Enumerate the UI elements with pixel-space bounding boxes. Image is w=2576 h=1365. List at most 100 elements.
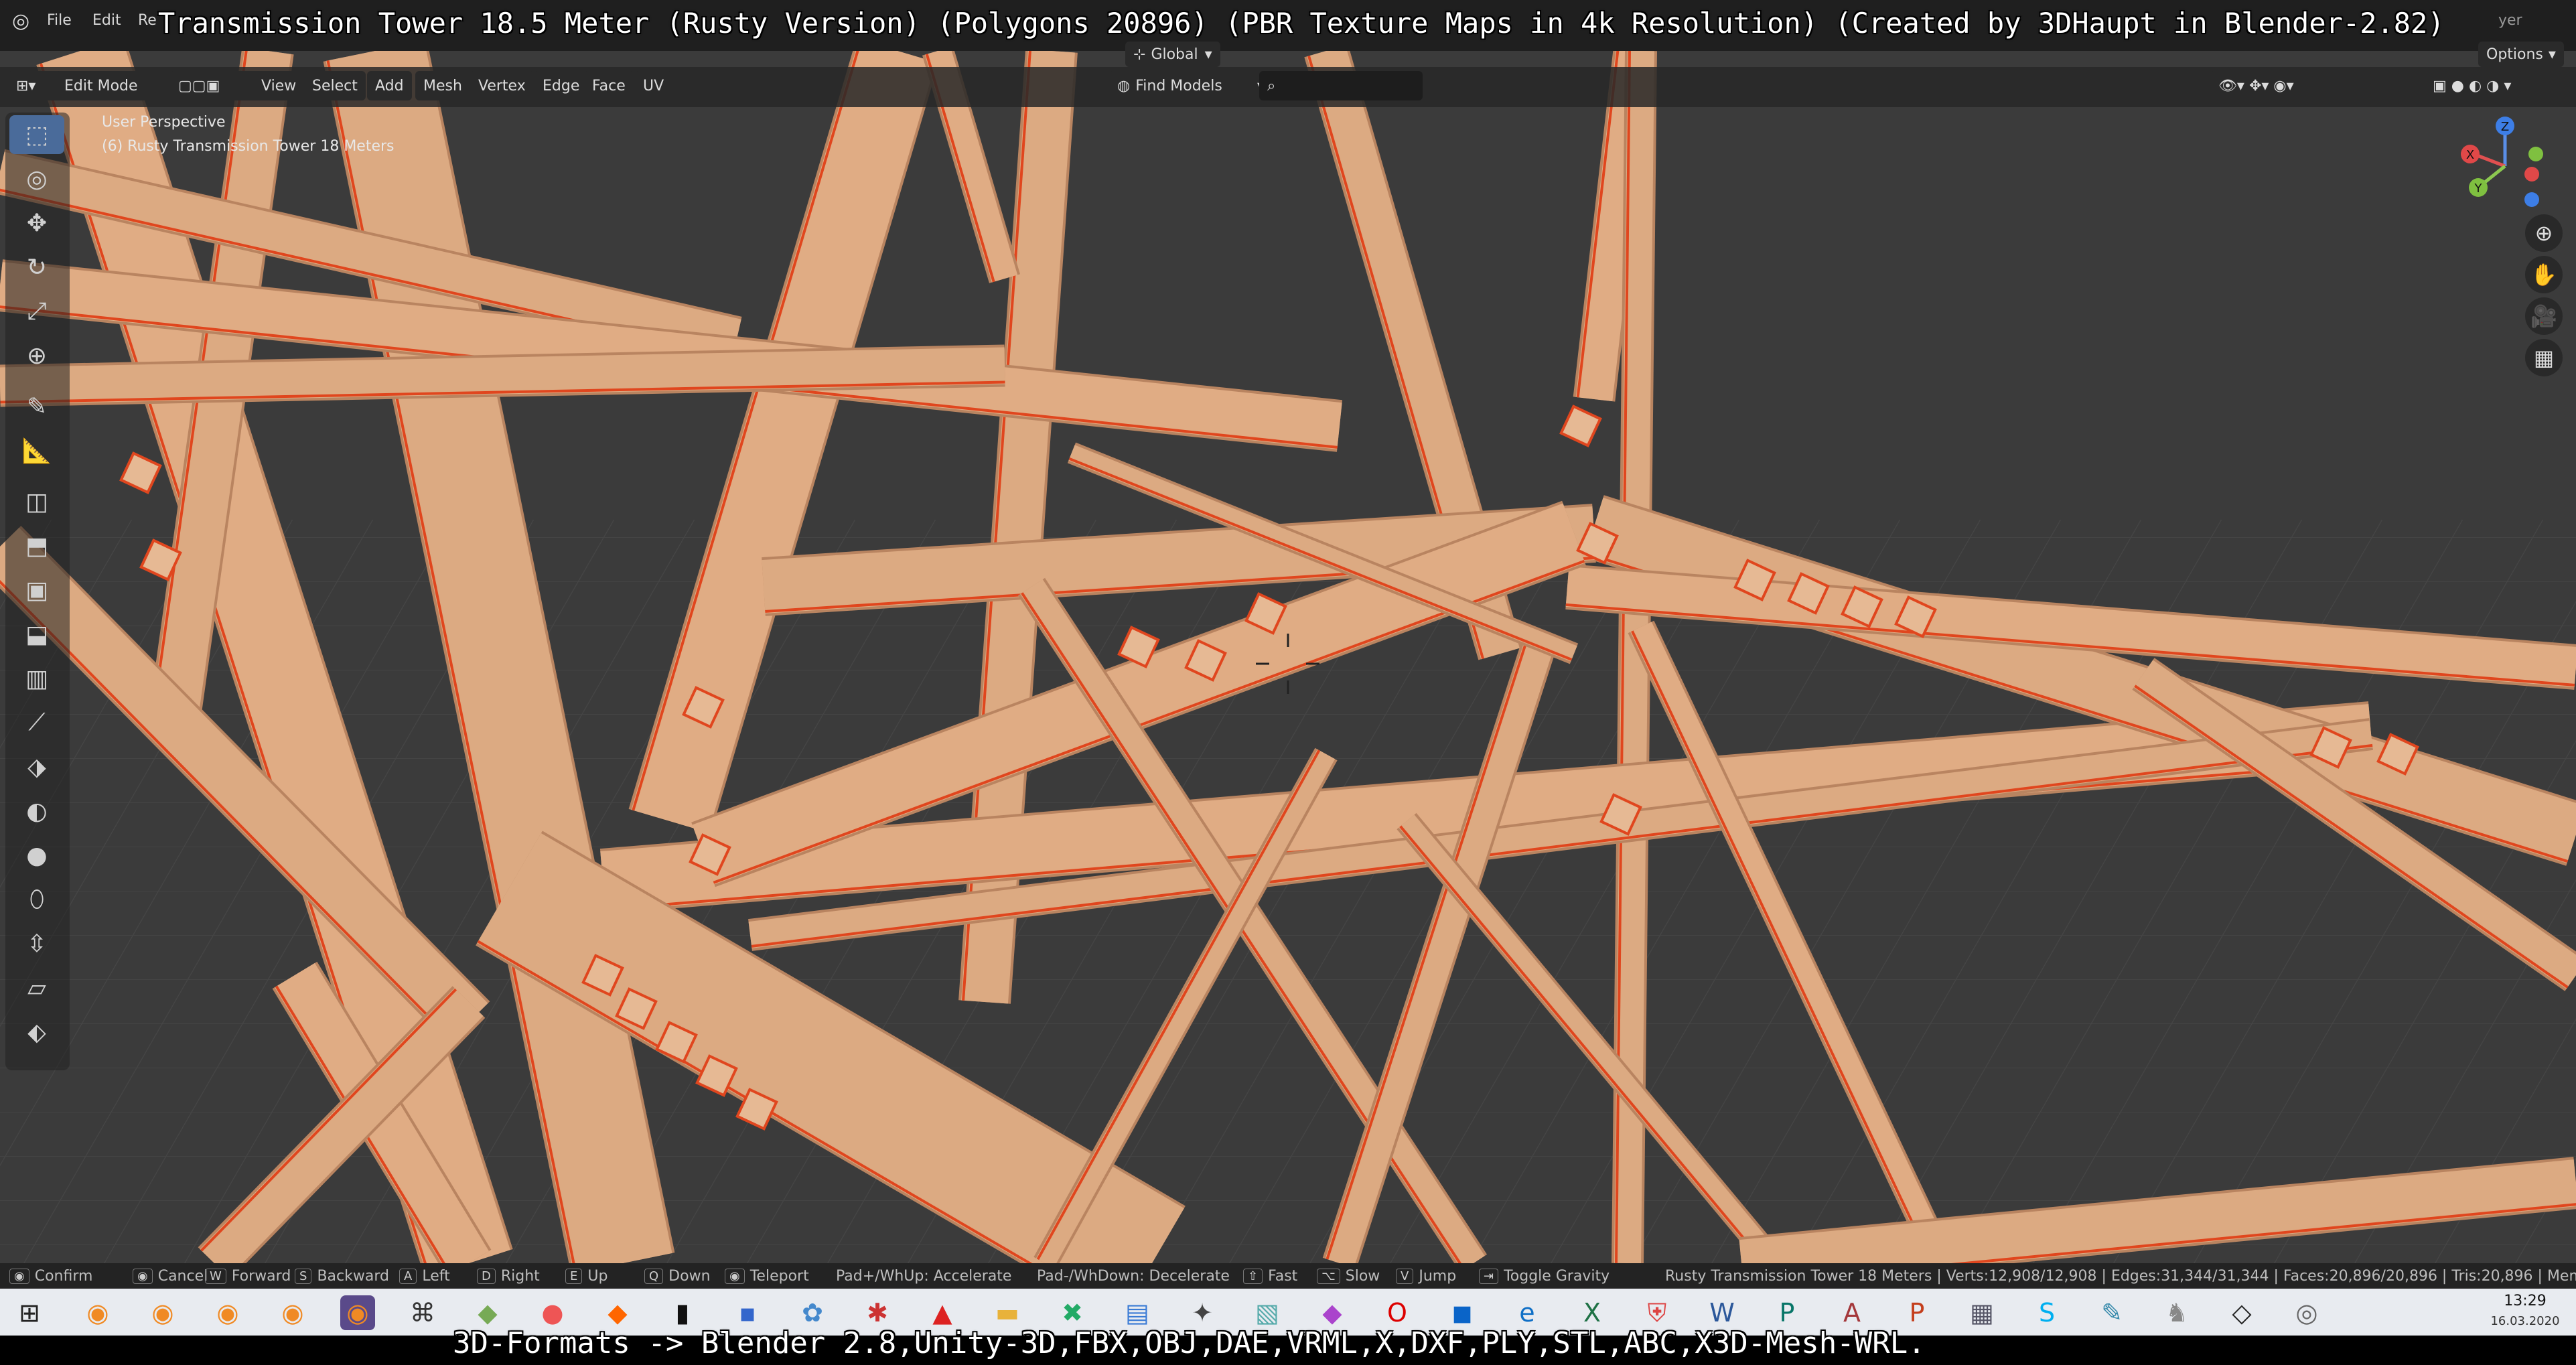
blender-icon[interactable]: ◉ [210, 1295, 245, 1330]
navigation-gizmo[interactable]: Z X Y [2451, 113, 2559, 220]
cube-icon[interactable]: ▧ [1250, 1295, 1285, 1330]
scale-icon[interactable]: ⤢ [9, 292, 64, 331]
blender-icon[interactable]: ◉ [275, 1295, 310, 1330]
menu-face[interactable]: Face [584, 71, 634, 100]
menu-edit[interactable]: Edit [92, 5, 121, 35]
knife-icon[interactable]: ⟋ [9, 703, 64, 742]
shear-icon[interactable]: ▱ [9, 968, 64, 1007]
excel-icon[interactable]: X [1575, 1295, 1609, 1330]
cmd-icon[interactable]: ▮ [665, 1295, 700, 1330]
calc-icon[interactable]: ▦ [1964, 1295, 1999, 1330]
rotate-icon[interactable]: ↻ [9, 248, 64, 287]
select-mode-buttons[interactable]: ▢▢▣ [170, 71, 260, 100]
gizmo-z-label: Z [2501, 120, 2509, 134]
find-models-select[interactable]: ◍ Find Models▾ [1109, 71, 1273, 100]
pdf-icon[interactable]: ▲ [925, 1295, 960, 1330]
transform-icon[interactable]: ⊕ [9, 336, 64, 375]
firefox-icon[interactable]: ● [535, 1295, 570, 1330]
loop-cut-icon[interactable]: ▥ [9, 659, 64, 698]
shrink-fatten-icon[interactable]: ⇳ [9, 924, 64, 963]
shading-mode-buttons[interactable]: ▣ ● ◐ ◑ ▾ [2425, 71, 2575, 100]
poly-build-icon[interactable]: ⬗ [9, 747, 64, 786]
fire-icon[interactable]: ◆ [600, 1295, 635, 1330]
camera-icon[interactable]: 🎥 [2525, 297, 2563, 335]
edge-slide-icon[interactable]: ⬯ [9, 880, 64, 919]
word-icon[interactable]: W [1705, 1295, 1739, 1330]
globe-icon[interactable]: ◎ [2289, 1295, 2324, 1330]
cursor-icon[interactable]: ◎ [9, 159, 64, 198]
chart-icon[interactable]: ▤ [1120, 1295, 1155, 1330]
status-hint-forward: W Forward [205, 1263, 291, 1289]
annotate-icon[interactable]: ✎ [9, 387, 64, 426]
extrude-icon[interactable]: ⬒ [9, 526, 64, 565]
folder-icon[interactable]: ▬ [990, 1295, 1025, 1330]
status-hint-label: Confirm [34, 1267, 93, 1285]
gizmo-y-label: Y [2474, 182, 2483, 196]
publisher-icon[interactable]: P [1770, 1295, 1804, 1330]
mouse-icon: ◉ [133, 1268, 153, 1284]
blender-icon[interactable]: ◉ [80, 1295, 115, 1330]
status-hint-label: Teleport [749, 1267, 809, 1285]
add-cube-icon[interactable]: ◫ [9, 482, 64, 521]
options-button[interactable]: Options ▾ [2478, 42, 2564, 67]
xsi-icon[interactable]: ✖ [1055, 1295, 1090, 1330]
zoom-icon[interactable]: ⊕ [2525, 214, 2563, 252]
network-icon[interactable]: ✿ [795, 1295, 830, 1330]
menu-uv[interactable]: UV [635, 71, 672, 100]
pen-icon[interactable]: ✎ [2094, 1295, 2129, 1330]
status-hint-down: Q Down [644, 1263, 711, 1289]
cat-icon[interactable]: ♞ [2159, 1295, 2194, 1330]
transform-orientation-select[interactable]: ⊹ Global ▾ [1125, 42, 1220, 67]
gem-icon[interactable]: ◆ [1315, 1295, 1350, 1330]
move-icon[interactable]: ✥ [9, 204, 64, 242]
inset-icon[interactable]: ▣ [9, 571, 64, 609]
menu-render[interactable]: Re [138, 5, 157, 35]
tab-key-icon: ⇥ [1479, 1268, 1499, 1284]
bug-icon[interactable]: ✱ [860, 1295, 895, 1330]
3d-viewport[interactable] [0, 51, 2576, 1263]
opera-icon[interactable]: O [1380, 1295, 1415, 1330]
powerpoint-icon[interactable]: P [1900, 1295, 1934, 1330]
bevel-icon[interactable]: ⬓ [9, 615, 64, 654]
pan-hand-icon[interactable]: ✋ [2525, 256, 2563, 293]
viewport-overlay-buttons[interactable]: 👁▾ ✥▾ ◉▾ [2210, 71, 2427, 100]
windows-start-icon[interactable]: ⊞ [12, 1295, 47, 1330]
select-box-icon[interactable]: ⬚ [9, 115, 64, 154]
blender-active-icon[interactable]: ◉ [340, 1295, 375, 1330]
status-hint-label: Forward [231, 1267, 291, 1285]
terminal-icon[interactable]: ⌘ [405, 1295, 440, 1330]
edge-icon[interactable]: e [1510, 1295, 1545, 1330]
skype-icon[interactable]: S [2029, 1295, 2064, 1330]
menu-file[interactable]: File [47, 5, 72, 35]
search-input[interactable]: ⌕ [1259, 71, 1423, 100]
menu-add[interactable]: Add [367, 71, 412, 100]
shield-icon[interactable]: ⛨ [1640, 1295, 1674, 1330]
taskbar-clock-time[interactable]: 13:29 [2492, 1293, 2559, 1309]
menu-select[interactable]: Select [304, 71, 366, 100]
blender-icon[interactable]: ◉ [145, 1295, 180, 1330]
outlook-icon[interactable]: ◼ [1445, 1295, 1480, 1330]
globe-icon: ◍ [1117, 77, 1131, 94]
save-icon[interactable]: ▪ [730, 1295, 765, 1330]
spin-icon[interactable]: ◐ [9, 792, 64, 831]
caption-bottom: 3D-Formats -> Blender 2.8,Unity-3D,FBX,O… [453, 1326, 1926, 1360]
status-fast: ⇧ Fast [1243, 1263, 1297, 1289]
status-hint-label: Up [587, 1267, 608, 1285]
perspective-grid-icon[interactable]: ▦ [2525, 339, 2563, 376]
tool-icon[interactable]: ✦ [1185, 1295, 1220, 1330]
rip-icon[interactable]: ⬖ [9, 1013, 64, 1052]
menu-mesh[interactable]: Mesh [415, 71, 470, 100]
blender-logo-icon[interactable]: ◎ [12, 9, 29, 33]
viewport-perspective-label: User Perspective [102, 114, 226, 131]
smooth-icon[interactable]: ● [9, 836, 64, 875]
access-icon[interactable]: A [1835, 1295, 1869, 1330]
status-hint-label: Down [668, 1267, 711, 1285]
menu-view[interactable]: View [253, 71, 305, 100]
taskbar-clock-date[interactable]: 16.03.2020 [2486, 1314, 2564, 1328]
unity-icon[interactable]: ◇ [2224, 1295, 2259, 1330]
menu-edge[interactable]: Edge [534, 71, 588, 100]
fox-icon[interactable]: ◆ [470, 1295, 505, 1330]
measure-icon[interactable]: 📐 [9, 431, 64, 470]
menu-vertex[interactable]: Vertex [470, 71, 534, 100]
scene-stats: Rusty Transmission Tower 18 Meters | Ver… [1665, 1267, 2576, 1285]
